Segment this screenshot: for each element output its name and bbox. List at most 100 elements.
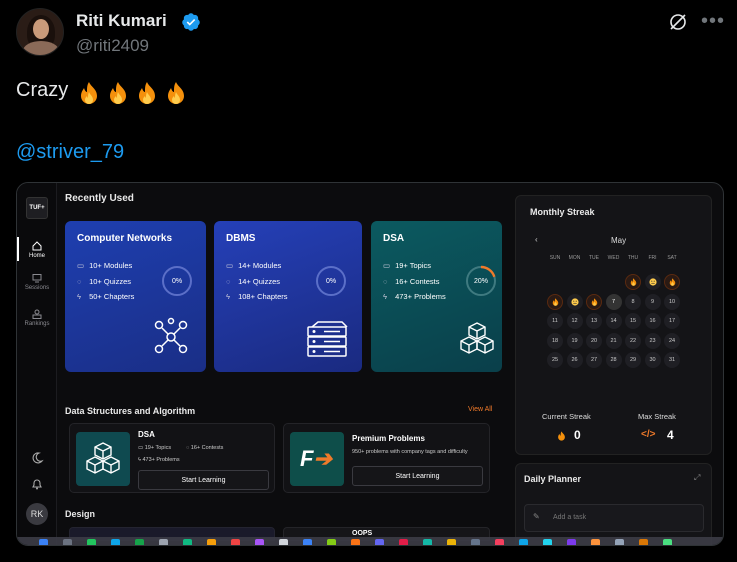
author-name[interactable]: Riti Kumari <box>76 11 167 31</box>
app-logo[interactable]: TUF+ <box>26 197 48 219</box>
bolt-icon: ϟ <box>383 292 387 301</box>
grok-icon[interactable] <box>668 12 688 32</box>
calendar-day[interactable]: 21 <box>605 332 622 349</box>
dock-app-icon[interactable] <box>231 539 240 545</box>
premium-card-title: Premium Problems <box>352 434 425 443</box>
author-avatar[interactable] <box>16 8 64 56</box>
weekday-label: MON <box>568 255 581 261</box>
calendar-day[interactable]: 24 <box>664 332 680 349</box>
dock-app-icon[interactable] <box>183 539 192 545</box>
calendar-day[interactable]: 17 <box>664 313 680 329</box>
calendar-day[interactable]: 11 <box>547 313 563 329</box>
dock-app-icon[interactable] <box>663 539 672 545</box>
calendar-day[interactable]: 10 <box>664 293 680 310</box>
tweet-text: Crazy <box>16 79 69 101</box>
calendar-day-fire-icon[interactable] <box>664 274 680 290</box>
dsa-course-card[interactable]: DSA ▭ 19+ Topics ◌ 16+ Contests ϟ 473+ P… <box>69 423 275 493</box>
calendar-day[interactable]: 27 <box>586 352 602 368</box>
dock-app-icon[interactable] <box>519 539 528 545</box>
nav-rankings[interactable]: Rankings <box>17 309 57 327</box>
mention-link[interactable]: @striver_79 <box>16 141 124 164</box>
ranking-icon <box>32 309 42 319</box>
dock-app-icon[interactable] <box>279 539 288 545</box>
dock-app-icon[interactable] <box>111 539 120 545</box>
calendar-day-fire-icon[interactable] <box>547 293 563 310</box>
calendar-day[interactable]: 29 <box>625 352 641 368</box>
dock-app-icon[interactable] <box>495 539 504 545</box>
dock-app-icon[interactable] <box>303 539 312 545</box>
nav-home-label: Home <box>28 253 45 259</box>
nav-sessions[interactable]: Sessions <box>17 273 57 291</box>
user-avatar[interactable]: RK <box>26 503 48 525</box>
dock-app-icon[interactable] <box>255 539 264 545</box>
dock-app-icon[interactable] <box>327 539 336 545</box>
calendar-day[interactable]: 14 <box>605 313 622 329</box>
start-learning-button[interactable]: Start Learning <box>352 466 483 486</box>
dock-app-icon[interactable] <box>423 539 432 545</box>
dock-app-icon[interactable] <box>639 539 648 545</box>
calendar-day[interactable]: 23 <box>644 332 661 349</box>
calendar-day[interactable]: 30 <box>644 352 661 368</box>
current-streak-label: Current Streak <box>542 412 591 421</box>
dock-app-icon[interactable] <box>543 539 552 545</box>
dock-app-icon[interactable] <box>447 539 456 545</box>
dock-app-icon[interactable] <box>207 539 216 545</box>
calendar-day[interactable]: 28 <box>605 352 622 368</box>
calendar-day-sad-icon[interactable] <box>644 274 661 290</box>
dock-app-icon[interactable] <box>159 539 168 545</box>
moon-icon[interactable] <box>30 451 44 465</box>
bell-icon[interactable] <box>30 477 44 491</box>
weekday-label: SUN <box>549 255 561 261</box>
dock-app-icon[interactable] <box>351 539 360 545</box>
calendar-day[interactable]: 9 <box>644 293 661 310</box>
add-task-input[interactable]: ✎ Add a task <box>524 504 704 532</box>
dock-app-icon[interactable] <box>87 539 96 545</box>
calendar-day[interactable]: 31 <box>664 352 680 368</box>
dock-app-icon[interactable] <box>615 539 624 545</box>
calendar-day[interactable]: 12 <box>566 313 583 329</box>
dock-app-icon[interactable] <box>399 539 408 545</box>
prev-month-icon[interactable]: ‹ <box>535 235 538 244</box>
weekday-label: SAT <box>667 255 677 261</box>
calendar-day-fire-icon[interactable] <box>625 274 641 290</box>
dock-app-icon[interactable] <box>135 539 144 545</box>
course-card-computer-networks[interactable]: Computer Networks ▭ 10+ Modules ◌ 10+ Qu… <box>65 221 206 372</box>
calendar-day[interactable]: 26 <box>566 352 583 368</box>
dock-app-icon[interactable] <box>63 539 72 545</box>
weekday-label: WED <box>607 255 620 261</box>
dsa-card-problems: ϟ 473+ Problems <box>138 457 180 463</box>
calendar-day[interactable]: 7 <box>605 293 622 310</box>
calendar-day[interactable]: 16 <box>644 313 661 329</box>
dock-app-icon[interactable] <box>471 539 480 545</box>
dock-app-icon[interactable] <box>375 539 384 545</box>
recently-used-title: Recently Used <box>65 193 134 204</box>
start-learning-button[interactable]: Start Learning <box>138 470 269 490</box>
calendar-day[interactable]: 22 <box>625 332 641 349</box>
premium-card-desc: 950+ problems with company tags and diff… <box>352 449 468 455</box>
dock-app-icon[interactable] <box>591 539 600 545</box>
calendar-day[interactable]: 13 <box>586 313 602 329</box>
media-screenshot[interactable]: TUF+ Home Sessions Rankings RK Recently … <box>16 182 724 546</box>
dock-app-icon[interactable] <box>39 539 48 545</box>
premium-problems-card[interactable]: F➔ Premium Problems 950+ problems with c… <box>283 423 490 493</box>
nav-home[interactable]: Home <box>17 237 57 261</box>
expand-icon[interactable]: ⤢ <box>694 473 700 483</box>
dsa-card-topics: ▭ 19+ Topics <box>138 445 172 451</box>
dock-app-icon[interactable] <box>567 539 576 545</box>
calendar-day[interactable]: 20 <box>586 332 602 349</box>
calendar-day-sad-icon[interactable] <box>566 293 583 310</box>
course-card-dsa[interactable]: DSA ▭ 19+ Topics ◌ 16+ Contests ϟ 473+ P… <box>371 221 502 372</box>
calendar-day[interactable]: 19 <box>566 332 583 349</box>
contest-icon: ◌ <box>383 276 388 286</box>
calendar-day[interactable]: 25 <box>547 352 563 368</box>
calendar-day[interactable]: 15 <box>625 313 641 329</box>
author-handle[interactable]: @riti2409 <box>76 36 149 56</box>
view-all-link[interactable]: View All <box>468 406 492 413</box>
calendar-day-fire-icon[interactable] <box>586 293 602 310</box>
cubes-icon <box>86 442 120 474</box>
course-card-dbms[interactable]: DBMS ▭ 14+ Modules ◌ 14+ Quizzes ϟ 108+ … <box>214 221 362 372</box>
card-title: DSA <box>383 233 405 244</box>
calendar-day[interactable]: 8 <box>625 293 641 310</box>
more-options-icon[interactable]: ••• <box>701 11 725 31</box>
calendar-day[interactable]: 18 <box>547 332 563 349</box>
